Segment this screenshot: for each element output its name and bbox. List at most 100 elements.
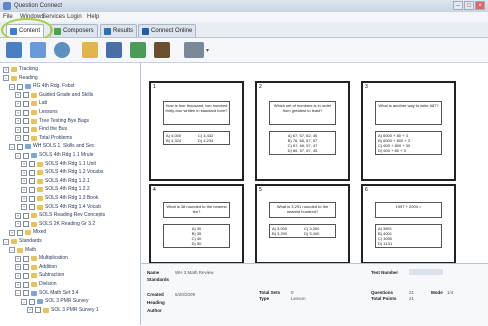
- tree-item[interactable]: – SOLS 4th Rdg 1.1 Mrule: [15, 152, 93, 159]
- tree-checkbox[interactable]: [29, 204, 35, 211]
- tree-checkbox[interactable]: [23, 221, 29, 228]
- new-icon[interactable]: [6, 42, 22, 58]
- tree-item[interactable]: + Mixed: [9, 229, 46, 236]
- tree-checkbox[interactable]: [29, 161, 35, 168]
- tree-item[interactable]: + Lab: [15, 100, 47, 107]
- expand-toggle-icon[interactable]: +: [15, 135, 21, 142]
- maximize-icon[interactable]: □: [464, 1, 474, 10]
- tree-item[interactable]: + Subtraction: [15, 272, 64, 279]
- tree-checkbox[interactable]: [23, 126, 29, 133]
- minimize-icon[interactable]: –: [453, 1, 463, 10]
- archive-icon[interactable]: [154, 42, 170, 58]
- question-card[interactable]: 5 What is 3,291 rounded to the nearest hu…: [255, 184, 350, 264]
- tree-item[interactable]: + Multiplication: [15, 255, 68, 262]
- tree-checkbox[interactable]: [17, 143, 23, 150]
- menu-services[interactable]: Services: [42, 12, 65, 22]
- expand-toggle-icon[interactable]: +: [21, 178, 27, 185]
- question-card[interactable]: 6 1997 + 2004 = A) 3891 B) 4001 C) 4000 D) 41…: [361, 184, 456, 264]
- tree-checkbox[interactable]: [23, 255, 29, 262]
- tree-item[interactable]: + Division: [15, 281, 57, 288]
- tree-checkbox[interactable]: [17, 229, 23, 236]
- tree-checkbox[interactable]: [23, 264, 29, 271]
- menu-help[interactable]: Help: [87, 12, 99, 22]
- print-dropdown-icon[interactable]: ▾: [206, 47, 209, 54]
- expand-toggle-icon[interactable]: +: [15, 255, 21, 262]
- expand-toggle-icon[interactable]: –: [15, 152, 21, 159]
- question-card[interactable]: 2 Which set of numbers is in order from g…: [255, 81, 350, 181]
- question-card[interactable]: 4 What is 38 rounded to the nearest ten? A…: [149, 184, 244, 264]
- edit-icon[interactable]: [82, 42, 98, 58]
- tree-item[interactable]: – SOL Math Set 3.4: [15, 290, 79, 297]
- expand-toggle-icon[interactable]: +: [21, 204, 27, 211]
- tree-checkbox[interactable]: [29, 178, 35, 185]
- tree-item[interactable]: – RG 4th Rdg. Fsbst: [9, 83, 74, 90]
- tree-checkbox[interactable]: [29, 195, 35, 202]
- tree-item[interactable]: + Tracking: [3, 66, 38, 73]
- expand-toggle-icon[interactable]: +: [15, 118, 21, 125]
- tree-item[interactable]: + SOLS 4th Rdg 1.2.2: [21, 186, 90, 193]
- filter-icon[interactable]: [106, 42, 122, 58]
- tree-item[interactable]: + SOLS 4th Rdg 1.1 Unit: [21, 161, 96, 168]
- expand-toggle-icon[interactable]: +: [15, 221, 21, 228]
- expand-toggle-icon[interactable]: –: [9, 247, 15, 254]
- tree-checkbox[interactable]: [23, 272, 29, 279]
- expand-toggle-icon[interactable]: –: [3, 75, 9, 82]
- tree-checkbox[interactable]: [29, 186, 35, 193]
- tree-checkbox[interactable]: [23, 152, 29, 159]
- tree-item[interactable]: + Total Problems: [15, 135, 72, 142]
- expand-toggle-icon[interactable]: +: [27, 307, 33, 314]
- tree-item[interactable]: + Find the Bus: [15, 126, 67, 133]
- expand-toggle-icon[interactable]: +: [15, 126, 21, 133]
- tree-item[interactable]: + SOL 3 PMR Survey 1: [27, 307, 99, 314]
- expand-toggle-icon[interactable]: +: [3, 66, 9, 73]
- tree-item[interactable]: + Lessons: [15, 109, 58, 116]
- tree-checkbox[interactable]: [17, 83, 23, 90]
- expand-toggle-icon[interactable]: +: [15, 100, 21, 107]
- close-icon[interactable]: ×: [475, 1, 485, 10]
- expand-toggle-icon[interactable]: –: [15, 290, 21, 297]
- tree-item[interactable]: – Math: [9, 247, 36, 254]
- tab-composers[interactable]: Composers: [50, 24, 98, 37]
- tree-item[interactable]: + SOLS 4th Rdg 1.4 Vocab: [21, 204, 101, 211]
- tree-checkbox[interactable]: [23, 118, 29, 125]
- tree-item[interactable]: + SOLS 2K Reading Gr 3.2: [15, 221, 95, 228]
- tree-checkbox[interactable]: [29, 298, 35, 305]
- tree-item[interactable]: + SOLS 4th Rdg 1.3 Book: [21, 195, 98, 202]
- tree-item[interactable]: – SOL 3 PMR Survey: [21, 298, 88, 305]
- tree-checkbox[interactable]: [23, 290, 29, 297]
- expand-toggle-icon[interactable]: +: [21, 169, 27, 176]
- tree-checkbox[interactable]: [23, 100, 29, 107]
- expand-toggle-icon[interactable]: +: [15, 92, 21, 99]
- tree-item[interactable]: + Addition: [15, 264, 57, 271]
- tree-checkbox[interactable]: [23, 281, 29, 288]
- expand-toggle-icon[interactable]: +: [21, 195, 27, 202]
- question-card[interactable]: 3 What is another way to write 687? A) 600…: [361, 81, 456, 181]
- print-icon[interactable]: [184, 42, 204, 58]
- expand-toggle-icon[interactable]: –: [3, 238, 9, 245]
- expand-toggle-icon[interactable]: +: [9, 229, 15, 236]
- tree-item[interactable]: + SOLS 4th Rdg 1.2.1: [21, 178, 90, 185]
- tree-checkbox[interactable]: [23, 212, 29, 219]
- tree-checkbox[interactable]: [23, 92, 29, 99]
- share-icon[interactable]: [130, 42, 146, 58]
- expand-toggle-icon[interactable]: +: [21, 161, 27, 168]
- tree-item[interactable]: + Guided Grade and Skills: [15, 92, 93, 99]
- tab-results[interactable]: Results: [100, 24, 138, 37]
- tree-item[interactable]: + Tree Testing Bye Bags: [15, 118, 89, 125]
- expand-toggle-icon[interactable]: +: [15, 212, 21, 219]
- tree-item[interactable]: + SOLS 4th Rdg 1.2 Vocabs: [21, 169, 103, 176]
- tree-checkbox[interactable]: [29, 169, 35, 176]
- expand-toggle-icon[interactable]: +: [15, 264, 21, 271]
- expand-toggle-icon[interactable]: +: [15, 272, 21, 279]
- tree-checkbox[interactable]: [23, 109, 29, 116]
- expand-toggle-icon[interactable]: +: [15, 281, 21, 288]
- question-card[interactable]: 1 How is four thousand, two hundred thirt…: [149, 81, 244, 181]
- expand-toggle-icon[interactable]: +: [21, 186, 27, 193]
- tree-checkbox[interactable]: [23, 135, 29, 142]
- expand-toggle-icon[interactable]: –: [9, 83, 15, 90]
- menu-login[interactable]: Login: [67, 12, 82, 22]
- tree-item[interactable]: – WH SOLS 1. Skills and Sec: [9, 143, 94, 150]
- tree-item[interactable]: – Reading: [3, 75, 38, 82]
- tab-connect-online[interactable]: Connect Online: [138, 24, 197, 37]
- tree-checkbox[interactable]: [35, 307, 41, 314]
